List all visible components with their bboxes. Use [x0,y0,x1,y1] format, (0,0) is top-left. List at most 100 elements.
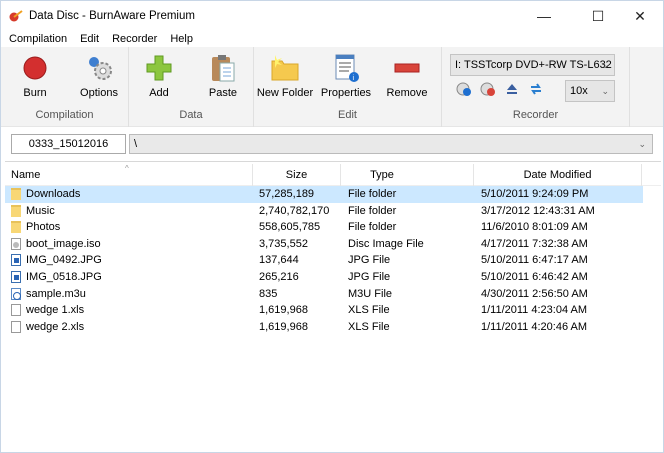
drive-select[interactable]: I: TSSTcorp DVD+-RW TS-L632 ⌄ [450,54,615,76]
table-row[interactable]: boot_image.iso 3,735,552 Disc Image File… [5,236,643,253]
ribbon-group-recorder: I: TSSTcorp DVD+-RW TS-L632 ⌄ 10x ⌄ Reco… [442,47,630,127]
erase-disc-icon[interactable] [480,81,496,97]
column-name-label: Name [11,169,41,181]
file-type: File folder [348,221,397,234]
file-date: 5/10/2011 9:24:09 PM [481,188,589,200]
disc-info-icon[interactable] [456,81,472,97]
file-size: 558,605,785 [259,221,321,234]
file-date: 3/17/2012 12:43:31 AM [481,204,595,217]
file-icon [11,271,21,283]
minimize-button[interactable]: — [521,1,567,31]
file-date: 1/11/2011 4:23:04 AM [481,304,588,317]
maximize-button[interactable]: ☐ [575,1,621,31]
minus-icon [392,53,422,83]
menu-recorder[interactable]: Recorder [104,31,162,47]
ribbon-group-edit: New Folder i Properties Remove Edit [254,47,442,127]
column-header-date[interactable]: Date Modified [474,164,642,186]
group-label-edit: Edit [338,109,357,121]
chevron-down-icon: ⌄ [601,60,609,70]
column-header-name[interactable]: Name ^ [5,164,253,186]
file-date: 1/11/2011 4:20:46 AM [481,320,588,333]
new-folder-label: New Folder [256,87,314,99]
file-type: File folder [348,204,397,217]
plus-icon [144,53,174,83]
table-row[interactable]: IMG_0492.JPG 137,644 JPG File 5/10/2011 … [5,252,643,269]
group-label-recorder: Recorder [512,109,559,121]
app-window: Data Disc - BurnAware Premium — ☐ ✕ Comp… [0,0,664,453]
folder-icon [11,221,21,234]
burn-label: Burn [23,87,47,99]
file-name: sample.m3u [26,287,86,300]
menu-help[interactable]: Help [162,31,198,47]
chevron-down-icon: ⌄ [601,86,609,96]
file-size: 1,619,968 [259,320,308,333]
file-name: wedge 2.xls [26,320,85,333]
burnaware-logo-icon [9,10,23,22]
file-name: IMG_0518.JPG [26,271,102,283]
file-type: File folder [348,188,397,200]
menu-compilation[interactable]: Compilation [1,31,72,47]
title-bar: Data Disc - BurnAware Premium — ☐ ✕ [1,1,663,31]
add-button[interactable]: Add [141,53,177,99]
remove-button[interactable]: Remove [384,53,430,99]
path-select[interactable]: \ ⌄ [129,134,653,154]
current-path: \ [134,138,138,150]
refresh-icon[interactable] [528,81,544,97]
file-name: boot_image.iso [26,237,101,250]
file-size: 1,619,968 [259,304,308,317]
new-folder-button[interactable]: New Folder [256,53,314,99]
table-row[interactable]: Music 2,740,782,170 File folder 3/17/201… [5,203,643,220]
file-size: 3,735,552 [259,237,308,250]
ribbon-group-data: Add Paste Data [129,47,254,127]
file-icon [11,304,21,317]
file-type: JPG File [348,271,391,283]
close-button[interactable]: ✕ [617,1,663,31]
file-date: 5/10/2011 6:46:42 AM [481,271,588,283]
remove-label: Remove [386,87,428,99]
sort-ascending-icon: ^ [125,164,129,173]
burn-button[interactable]: Burn [15,53,55,99]
burn-icon [20,53,50,83]
file-size: 57,285,189 [259,188,315,200]
file-name: Photos [26,221,61,234]
new-folder-icon [270,53,300,83]
group-label-data: Data [179,109,203,121]
file-icon [11,254,21,267]
paste-button[interactable]: Paste [203,53,243,99]
speed-select[interactable]: 10x ⌄ [565,80,615,102]
properties-button[interactable]: i Properties [320,53,372,99]
table-row[interactable]: wedge 2.xls 1,619,968 XLS File 1/11/2011… [5,319,643,336]
table-row[interactable]: wedge 1.xls 1,619,968 XLS File 1/11/2011… [5,302,643,319]
folder-icon [11,204,21,217]
file-date: 4/17/2011 7:32:38 AM [481,237,588,250]
file-type: XLS File [348,304,390,317]
column-header-type[interactable]: Type [341,164,474,186]
table-row[interactable]: IMG_0518.JPG 265,216 JPG File 5/10/2011 … [5,269,643,286]
file-size: 835 [259,287,278,300]
list-header: Name ^ Size Type Date Modified [5,164,661,186]
table-row[interactable]: Photos 558,605,785 File folder 11/6/2010… [5,219,643,236]
file-name: Music [26,204,55,217]
add-label: Add [149,87,169,99]
properties-label: Properties [320,87,372,99]
disc-name-input[interactable]: 0333_15012016 [11,134,126,154]
file-name: IMG_0492.JPG [26,254,102,267]
window-title: Data Disc - BurnAware Premium [29,10,195,22]
properties-icon: i [331,53,361,83]
group-label-compilation: Compilation [35,109,94,121]
table-row[interactable]: sample.m3u 835 M3U File 4/30/2011 2:56:5… [5,286,643,303]
table-row[interactable]: Downloads 57,285,189 File folder 5/10/20… [5,186,643,203]
file-type: XLS File [348,320,390,333]
file-icon [11,287,21,300]
folder-icon [11,188,21,200]
column-header-size[interactable]: Size [253,164,341,186]
eject-icon[interactable] [504,81,520,97]
gears-icon [84,53,114,83]
menu-edit[interactable]: Edit [72,31,104,47]
file-icon [11,237,21,250]
file-size: 2,740,782,170 [259,204,330,217]
file-list: Name ^ Size Type Date Modified Downloads… [5,161,661,451]
options-button[interactable]: Options [75,53,123,99]
file-date: 5/10/2011 6:47:17 AM [481,254,588,267]
chevron-down-icon: ⌄ [638,139,646,149]
